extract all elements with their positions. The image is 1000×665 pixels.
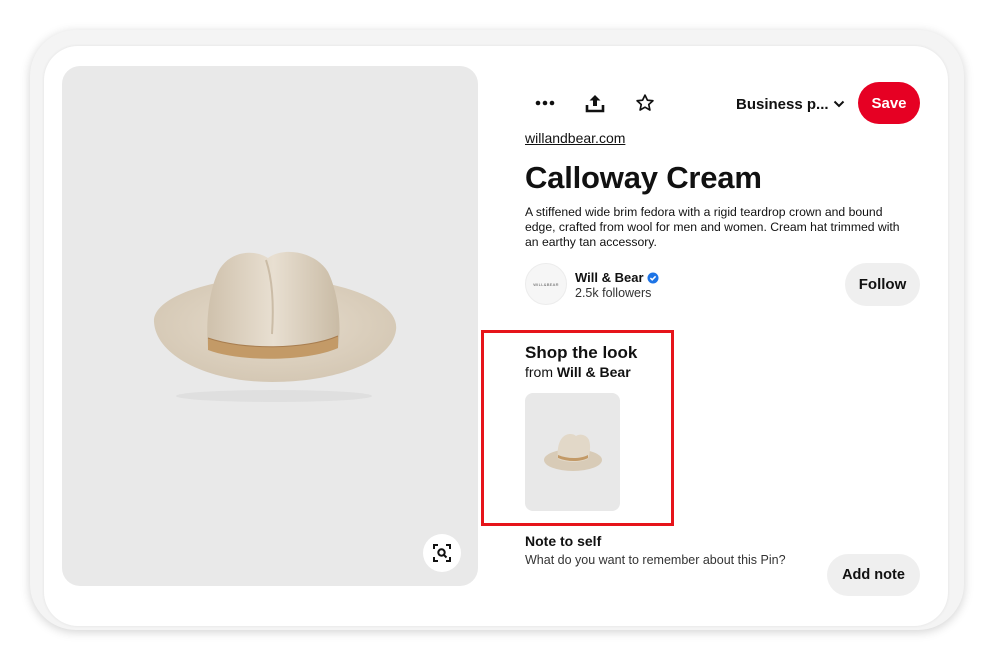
follow-button[interactable]: Follow [845,263,920,306]
shop-from-prefix: from [525,364,553,380]
hat-image [153,251,397,402]
creator-name-row[interactable]: Will & Bear [575,270,659,285]
hat-thumbnail-image [544,433,602,471]
save-button[interactable]: Save [858,82,920,124]
creator-name: Will & Bear [575,270,644,285]
creator-followers: 2.5k followers [575,286,652,300]
more-options-button[interactable] [525,83,565,123]
share-icon [585,95,605,113]
board-selector[interactable]: Business p... [736,92,845,116]
more-horizontal-icon [535,100,555,106]
product-thumbnail[interactable] [525,393,620,511]
add-note-button[interactable]: Add note [827,554,920,596]
creator-avatar[interactable]: WILL&BEAR [525,263,567,305]
visual-search-icon [433,544,451,562]
favorite-button[interactable] [625,83,665,123]
board-selector-label: Business p... [736,95,829,113]
shop-from-brand: Will & Bear [556,364,631,380]
pin-image[interactable] [62,66,478,586]
share-button[interactable] [575,83,615,123]
shop-from-line: from Will & Bear [525,364,631,380]
pin-title: Calloway Cream [525,160,762,195]
pin-description: A stiffened wide brim fedora with a rigi… [525,205,900,249]
chevron-down-icon [833,100,844,108]
note-to-self-title: Note to self [525,533,602,549]
avatar-logo-text: WILL&BEAR [533,281,559,287]
star-icon [636,94,654,111]
verified-badge-icon [647,272,659,284]
note-to-self-prompt: What do you want to remember about this … [525,553,786,567]
visual-search-button[interactable] [423,534,461,572]
shop-the-look-title: Shop the look [525,343,638,362]
source-link[interactable]: willandbear.com [525,130,625,146]
